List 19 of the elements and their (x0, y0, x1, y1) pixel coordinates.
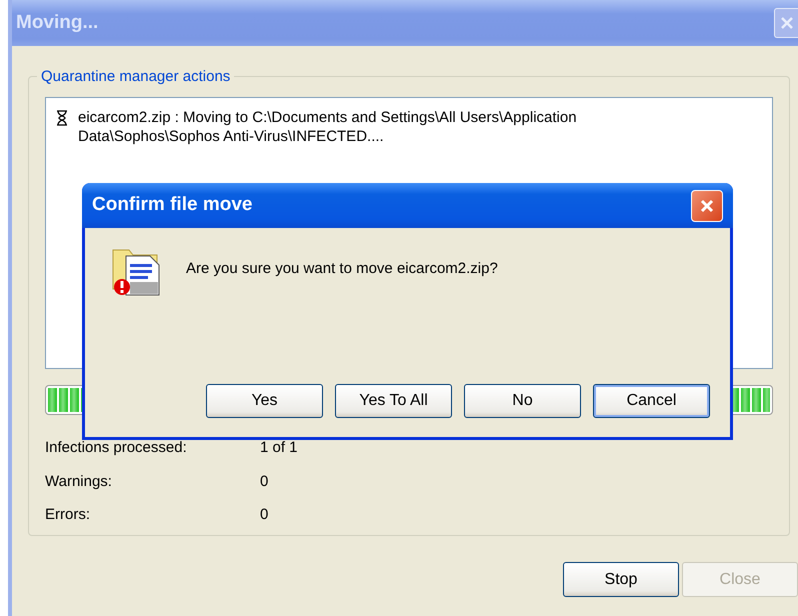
stat-value: 1 of 1 (260, 438, 298, 458)
dialog-title: Confirm file move (92, 193, 252, 218)
close-button[interactable] (691, 190, 723, 222)
stat-label: Errors: (45, 505, 91, 525)
dialog-button[interactable]: Yes To All (335, 384, 452, 418)
log-entry: eicarcom2.zip : Moving to C:\Documents and Settings\All Users\Application Data\Sophos\Sophos Anti-Virus\INFECTED.... (78, 108, 578, 146)
stat-label: Infections processed: (45, 438, 188, 458)
close-icon (699, 198, 715, 214)
stat-value: 0 (260, 472, 268, 492)
stat-value: 0 (260, 505, 268, 525)
hourglass-icon (56, 110, 68, 126)
dialog-button[interactable]: Yes (206, 384, 323, 418)
dialog-message: Are you sure you want to move eicarcom2.zip? (186, 259, 498, 279)
dialog-button[interactable]: Cancel (593, 384, 710, 418)
stat-label: Warnings: (45, 472, 113, 492)
dialog-button[interactable]: No (464, 384, 581, 418)
dialog-button[interactable]: Stop (563, 562, 679, 597)
close-icon (780, 16, 794, 30)
window-title: Moving... (16, 10, 98, 35)
